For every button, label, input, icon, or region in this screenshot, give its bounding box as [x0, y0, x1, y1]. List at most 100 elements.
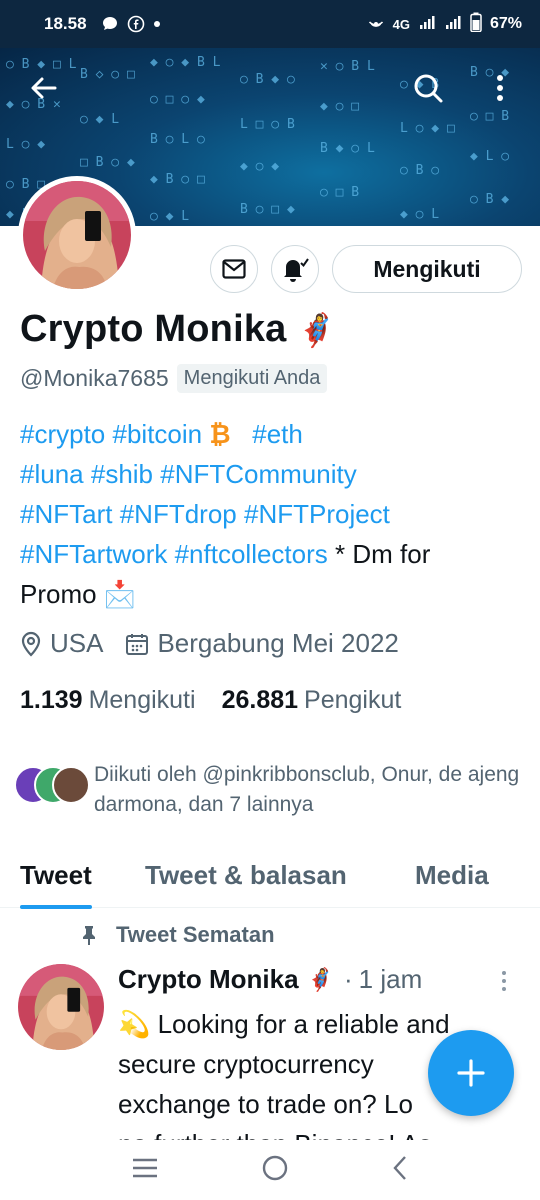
- tweet-time: 1 jam: [358, 964, 423, 994]
- tab-tweet[interactable]: Tweet: [20, 854, 92, 909]
- following-label: Mengikuti: [88, 686, 196, 714]
- arrow-left-icon: [31, 77, 57, 99]
- hashtag-link[interactable]: #shib: [91, 459, 153, 489]
- profile-avatar[interactable]: [18, 176, 136, 294]
- hashtag-link[interactable]: #luna: [20, 459, 84, 489]
- profile-meta: USA Bergabung Mei 2022: [20, 628, 421, 659]
- more-vertical-icon: [497, 75, 503, 101]
- hashtag-link[interactable]: #eth: [252, 419, 303, 449]
- svg-text:B ○ L ○: B ○ L ○: [150, 132, 205, 147]
- envelope-arrow-emoji: 📩: [103, 579, 137, 609]
- hashtag-link[interactable]: #NFTartwork: [20, 539, 167, 569]
- follow-stats: 1.139 Mengikuti 26.881 Pengikut: [20, 686, 427, 715]
- location: USA: [20, 628, 103, 659]
- profile-tabs: Tweet Tweet & balasan Media: [0, 848, 540, 909]
- svg-text:○ B ◆ ○: ○ B ◆ ○: [240, 72, 295, 87]
- svg-text:○ ◆ L: ○ ◆ L: [150, 209, 189, 224]
- avatar: [52, 766, 90, 804]
- hashtag-link[interactable]: #NFTdrop: [120, 499, 237, 529]
- search-button[interactable]: [408, 68, 448, 108]
- tweet-avatar[interactable]: [18, 964, 104, 1050]
- followed-by-avatars: [14, 764, 92, 808]
- profile-bio: #crypto #bitcoin ₿ #eth #luna #shib #NFT…: [20, 414, 530, 614]
- battery-icon: [470, 12, 482, 37]
- notifications-button[interactable]: [271, 245, 319, 293]
- hotspot-icon: [367, 13, 385, 36]
- followers-label: Pengikut: [304, 686, 402, 714]
- tab-label: Tweet & balasan: [145, 860, 347, 890]
- follows-you-badge: Mengikuti Anda: [176, 364, 328, 393]
- status-bar: 18.58 4G 67%: [0, 0, 540, 48]
- superhero-emoji: 🦸‍♀️: [296, 311, 337, 348]
- followers-count: 26.881: [221, 686, 299, 714]
- following-button[interactable]: Mengikuti: [332, 245, 522, 293]
- svg-text:□ B ○ ◆: □ B ○ ◆: [80, 155, 135, 170]
- signal-icon: [444, 13, 462, 36]
- more-options-button[interactable]: [480, 68, 520, 108]
- search-icon: [414, 74, 443, 103]
- svg-text:○ B ○: ○ B ○: [400, 163, 439, 178]
- location-text: USA: [50, 628, 104, 658]
- avatar: [18, 964, 104, 1050]
- bio-text: * Dm for: [327, 539, 431, 569]
- tweet-separator: ·: [343, 964, 353, 994]
- hashtag-link[interactable]: #bitcoin: [113, 419, 203, 449]
- plus-icon: [457, 1059, 485, 1087]
- sparkle-emoji: 💫: [118, 1009, 151, 1039]
- bell-check-icon: [284, 258, 309, 282]
- svg-text:○ □ B: ○ □ B: [320, 185, 359, 200]
- svg-text:B ○ □ ◆: B ○ □ ◆: [240, 202, 295, 217]
- join-date-text: Bergabung Mei 2022: [157, 628, 399, 658]
- tab-tweet-replies[interactable]: Tweet & balasan: [145, 854, 347, 891]
- svg-text:◆ ○ L: ◆ ○ L: [400, 207, 439, 222]
- compose-tweet-button[interactable]: [428, 1030, 514, 1116]
- home-button[interactable]: [260, 1153, 290, 1188]
- profile-photo: [23, 181, 131, 289]
- svg-text:◆ B ○ □: ◆ B ○ □: [150, 172, 205, 187]
- recent-apps-button[interactable]: [130, 1156, 160, 1185]
- svg-text:○ B ◆: ○ B ◆: [470, 192, 509, 207]
- tweet-header: Crypto Monika 🦸‍♀️ · 1 jam: [118, 964, 422, 995]
- system-nav-bar: [0, 1140, 540, 1200]
- svg-text:◆ ○ ◆: ◆ ○ ◆: [240, 159, 279, 174]
- tweet-more-button[interactable]: [500, 970, 508, 997]
- followed-by-section[interactable]: Diikuti oleh @pinkribbonsclub, Onur, de …: [14, 760, 534, 820]
- svg-text:B ◇ ○ □: B ◇ ○ □: [80, 67, 135, 82]
- svg-text:◆ ○ ◆ B L: ◆ ○ ◆ B L: [150, 55, 221, 70]
- svg-text:✕ ○ B L: ✕ ○ B L: [320, 59, 375, 74]
- svg-text:L □ ○ B: L □ ○ B: [240, 117, 295, 132]
- svg-text:◆ ○ □: ◆ ○ □: [320, 99, 359, 114]
- hashtag-link[interactable]: #nftcollectors: [175, 539, 328, 569]
- back-button[interactable]: [24, 68, 64, 108]
- more-vertical-icon: [502, 971, 506, 991]
- following-stat[interactable]: 1.139 Mengikuti: [20, 686, 196, 715]
- join-date: Bergabung Mei 2022: [125, 628, 399, 659]
- signal-icon: [418, 13, 436, 36]
- hashtag-link[interactable]: #NFTProject: [244, 499, 390, 529]
- tab-label: Tweet: [20, 860, 92, 890]
- following-count: 1.139: [20, 686, 83, 714]
- svg-text:L ○ ◆ □: L ○ ◆ □: [400, 121, 455, 136]
- bitcoin-icon: ₿: [209, 419, 231, 449]
- svg-text:B ◆ ○ L: B ◆ ○ L: [320, 141, 375, 156]
- status-time: 18.58: [44, 14, 87, 33]
- facebook-icon: [127, 15, 145, 33]
- hashtag-link[interactable]: #NFTart: [20, 499, 112, 529]
- envelope-icon: [222, 259, 246, 279]
- tweet-author[interactable]: Crypto Monika: [118, 964, 299, 995]
- handle-row: @Monika7685 Mengikuti Anda: [20, 364, 328, 393]
- svg-text:○ □ B: ○ □ B: [470, 109, 509, 124]
- profile-name-row: Crypto Monika 🦸‍♀️: [20, 308, 337, 351]
- chat-bubble-icon: [101, 15, 119, 33]
- back-nav-button[interactable]: [390, 1153, 410, 1188]
- hashtag-link[interactable]: #crypto: [20, 419, 105, 449]
- followers-stat[interactable]: 26.881 Pengikut: [222, 686, 402, 715]
- followed-by-text: Diikuti oleh @pinkribbonsclub, Onur, de …: [94, 763, 520, 816]
- bio-text: Promo: [20, 579, 97, 609]
- hashtag-link[interactable]: #NFTCommunity: [160, 459, 356, 489]
- superhero-emoji: 🦸‍♀️: [306, 966, 334, 992]
- profile-handle: @Monika7685: [20, 365, 169, 391]
- message-button[interactable]: [210, 245, 258, 293]
- profile-name: Crypto Monika: [20, 308, 287, 350]
- tab-media[interactable]: Media: [415, 854, 489, 891]
